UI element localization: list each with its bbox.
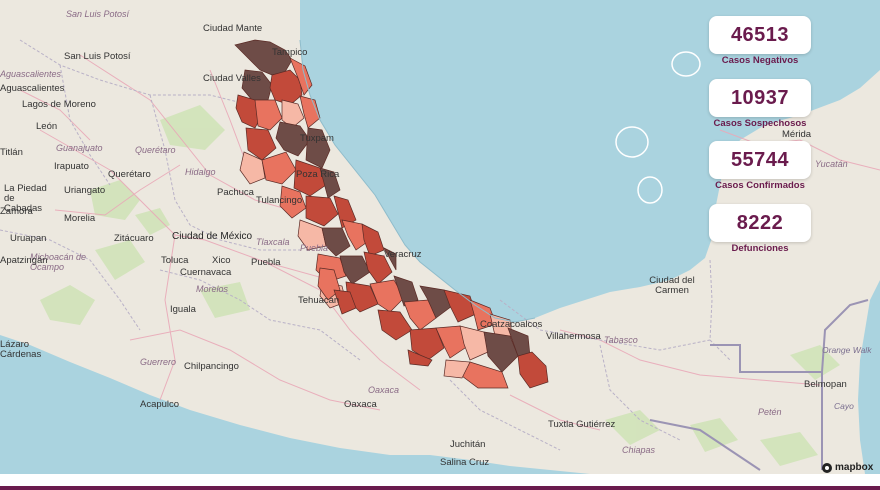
district-label: Cayo [834, 401, 854, 411]
city-label: Oaxaca [344, 399, 377, 410]
caribbean-sea [858, 280, 880, 474]
state-label: Querétaro [135, 145, 176, 155]
region[interactable] [254, 99, 283, 131]
stat-label: Casos Negativos [721, 55, 799, 66]
district-label: Orange Walk [822, 345, 872, 355]
city-label: Zamora [0, 206, 33, 217]
city-label: Morelia [64, 213, 96, 224]
state-label: Morelos [196, 284, 229, 294]
city-label: Iguala [170, 304, 196, 315]
stat-card-defunciones: 8222 [709, 204, 811, 242]
city-label: Xico [212, 255, 231, 266]
stat-value: 46513 [730, 23, 790, 46]
state-label: Hidalgo [185, 167, 216, 177]
region[interactable] [361, 223, 385, 257]
mapbox-attribution[interactable]: mapbox [822, 462, 873, 473]
city-label: Acapulco [140, 399, 180, 410]
state-label: Yucatán [815, 159, 848, 169]
city-label: Belmopan [804, 379, 847, 390]
city-label: Ciudad Mante [203, 23, 263, 34]
stat-value: 8222 [736, 211, 784, 234]
city-label: Titlán [0, 147, 23, 158]
state-label: Petén [758, 407, 782, 417]
state-label: Aguascalientes [0, 69, 62, 79]
footer-accent-line [0, 486, 880, 490]
city-label: Tulancingo [256, 195, 303, 206]
state-label: Chiapas [622, 445, 656, 455]
city-label: Ciudad del Carmen [649, 275, 695, 296]
attribution-text: mapbox [835, 462, 874, 473]
region[interactable] [377, 309, 413, 341]
city-label: Puebla [251, 257, 281, 268]
city-label: San Luis Potosí [64, 51, 131, 62]
city-label: Aguascalientes [0, 83, 65, 94]
city-label: Tuxpam [300, 133, 334, 144]
region[interactable] [261, 151, 297, 185]
city-label: Salina Cruz [440, 457, 490, 468]
region[interactable] [517, 351, 549, 389]
stat-label: Defunciones [731, 243, 789, 254]
city-label: Villahermosa [546, 331, 601, 342]
city-label: Uruapan [10, 233, 47, 244]
city-label: Chilpancingo [184, 361, 239, 372]
city-label: Toluca [161, 255, 189, 266]
state-label: Oaxaca [368, 385, 400, 395]
city-label: Lázaro Cárdenas [0, 339, 42, 360]
state-label: San Luis Potosí [66, 9, 130, 19]
state-label: Tabasco [604, 335, 638, 345]
stat-value: 55744 [730, 148, 790, 171]
region[interactable] [305, 195, 339, 227]
state-label: Guanajuato [56, 143, 103, 153]
mapbox-logo-icon [822, 462, 832, 473]
state-label: Tlaxcala [256, 237, 290, 247]
stat-card-sospechosos: 10937 [709, 79, 811, 117]
city-label: Apatzingán [0, 255, 48, 266]
state-label: Guerrero [140, 357, 177, 367]
city-label: Poza Rica [296, 169, 340, 180]
state-label: Puebla [300, 243, 329, 253]
city-label: Irapuato [54, 161, 89, 172]
city-label: León [36, 121, 58, 132]
stat-value: 10937 [730, 86, 790, 109]
city-label: Coatzacoalcos [480, 319, 543, 330]
map-view[interactable]: San Luis Potosí Ciudad Mante Tampico San… [0, 0, 880, 474]
city-label: Pachuca [217, 187, 254, 198]
region[interactable] [459, 325, 489, 361]
city-label: Mérida [782, 129, 812, 140]
capital-label: Ciudad de México [172, 231, 253, 242]
city-label: Tampico [272, 47, 308, 58]
stat-card-negativos: 46513 [709, 16, 811, 54]
stat-label: Casos Confirmados [715, 180, 805, 191]
city-label: Zitácuaro [114, 233, 154, 244]
city-label: Querétaro [108, 169, 151, 180]
stat-card-confirmados: 55744 [709, 141, 811, 179]
city-label: Tehuacán [298, 295, 340, 306]
city-label: Cuernavaca [180, 267, 232, 278]
city-label: Veracruz [384, 249, 422, 260]
city-label: Ciudad Valles [203, 73, 261, 84]
city-label: Lagos de Moreno [22, 99, 96, 110]
city-label: Uriangato [64, 185, 106, 196]
city-label: Tuxtla Gutiérrez [548, 419, 616, 430]
city-label: Juchitán [450, 439, 486, 450]
stat-label: Casos Sospechosos [713, 118, 807, 129]
